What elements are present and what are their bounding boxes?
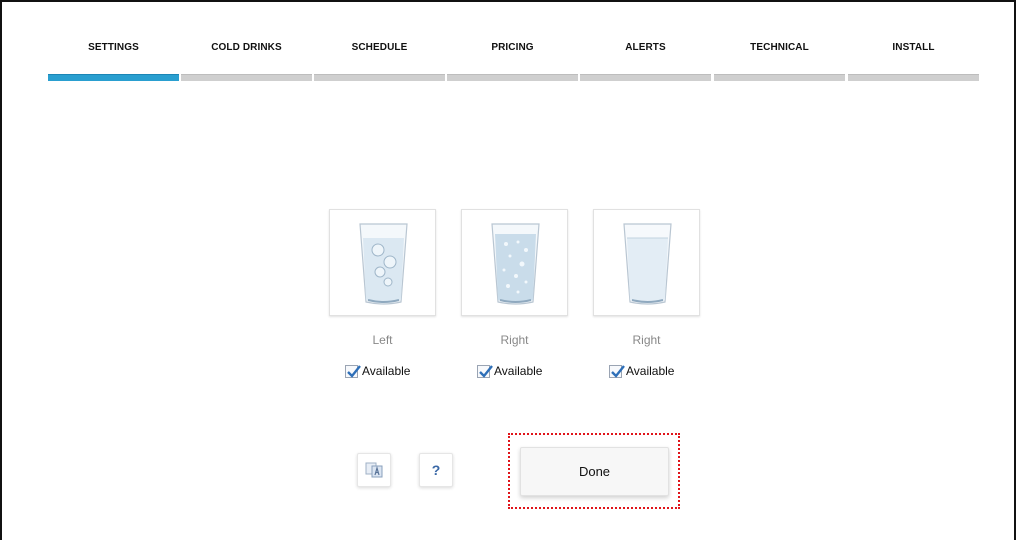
help-icon: ? xyxy=(431,462,441,478)
checkmark-icon xyxy=(347,364,361,378)
available-label: Available xyxy=(626,364,675,378)
tab-label: TECHNICAL xyxy=(750,42,809,53)
available-checkbox[interactable]: Available xyxy=(609,362,674,380)
available-label: Available xyxy=(362,364,411,378)
still-water-glass-icon xyxy=(623,223,672,305)
tab-label: SCHEDULE xyxy=(351,42,408,53)
checkbox[interactable] xyxy=(609,364,625,378)
translate-button[interactable] xyxy=(357,453,391,487)
sparkling-water-glass-icon xyxy=(491,223,540,305)
tab-label: COLD DRINKS xyxy=(211,42,282,53)
ice-water-glass-icon xyxy=(359,223,408,305)
checkmark-icon xyxy=(479,364,493,378)
checkbox[interactable] xyxy=(345,364,361,378)
tab-indicator xyxy=(48,74,179,81)
tab-label: INSTALL xyxy=(892,42,935,53)
tab-alerts[interactable]: ALERTS xyxy=(580,40,711,90)
drink-card[interactable] xyxy=(329,209,436,316)
tab-schedule[interactable]: SCHEDULE xyxy=(314,40,445,90)
tab-label: ALERTS xyxy=(625,42,666,53)
tab-indicator xyxy=(314,74,445,81)
available-checkbox[interactable]: Available xyxy=(477,362,542,380)
tab-indicator xyxy=(447,74,578,81)
tab-indicator xyxy=(181,74,312,81)
help-button[interactable]: ? xyxy=(419,453,453,487)
tab-cold-drinks[interactable]: COLD DRINKS xyxy=(181,40,312,90)
tab-indicator xyxy=(580,74,711,81)
done-button[interactable]: Done xyxy=(520,447,669,496)
checkbox[interactable] xyxy=(477,364,493,378)
tab-settings[interactable]: SETTINGS xyxy=(48,40,179,90)
tab-indicator xyxy=(848,74,979,81)
tab-bar: SETTINGS COLD DRINKS SCHEDULE PRICING AL… xyxy=(48,40,979,90)
tab-indicator xyxy=(714,74,845,81)
available-checkbox[interactable]: Available xyxy=(345,362,410,380)
tab-pricing[interactable]: PRICING xyxy=(447,40,578,90)
translate-icon xyxy=(365,462,383,478)
tab-label: SETTINGS xyxy=(88,42,139,53)
tab-technical[interactable]: TECHNICAL xyxy=(714,40,845,90)
tab-install[interactable]: INSTALL xyxy=(848,40,979,90)
drink-label: Right xyxy=(500,333,529,347)
drink-label: Right xyxy=(632,333,661,347)
checkmark-icon xyxy=(611,364,625,378)
drink-card[interactable] xyxy=(593,209,700,316)
tab-label: PRICING xyxy=(491,42,534,53)
drink-label: Left xyxy=(372,333,393,347)
drink-card[interactable] xyxy=(461,209,568,316)
available-label: Available xyxy=(494,364,543,378)
